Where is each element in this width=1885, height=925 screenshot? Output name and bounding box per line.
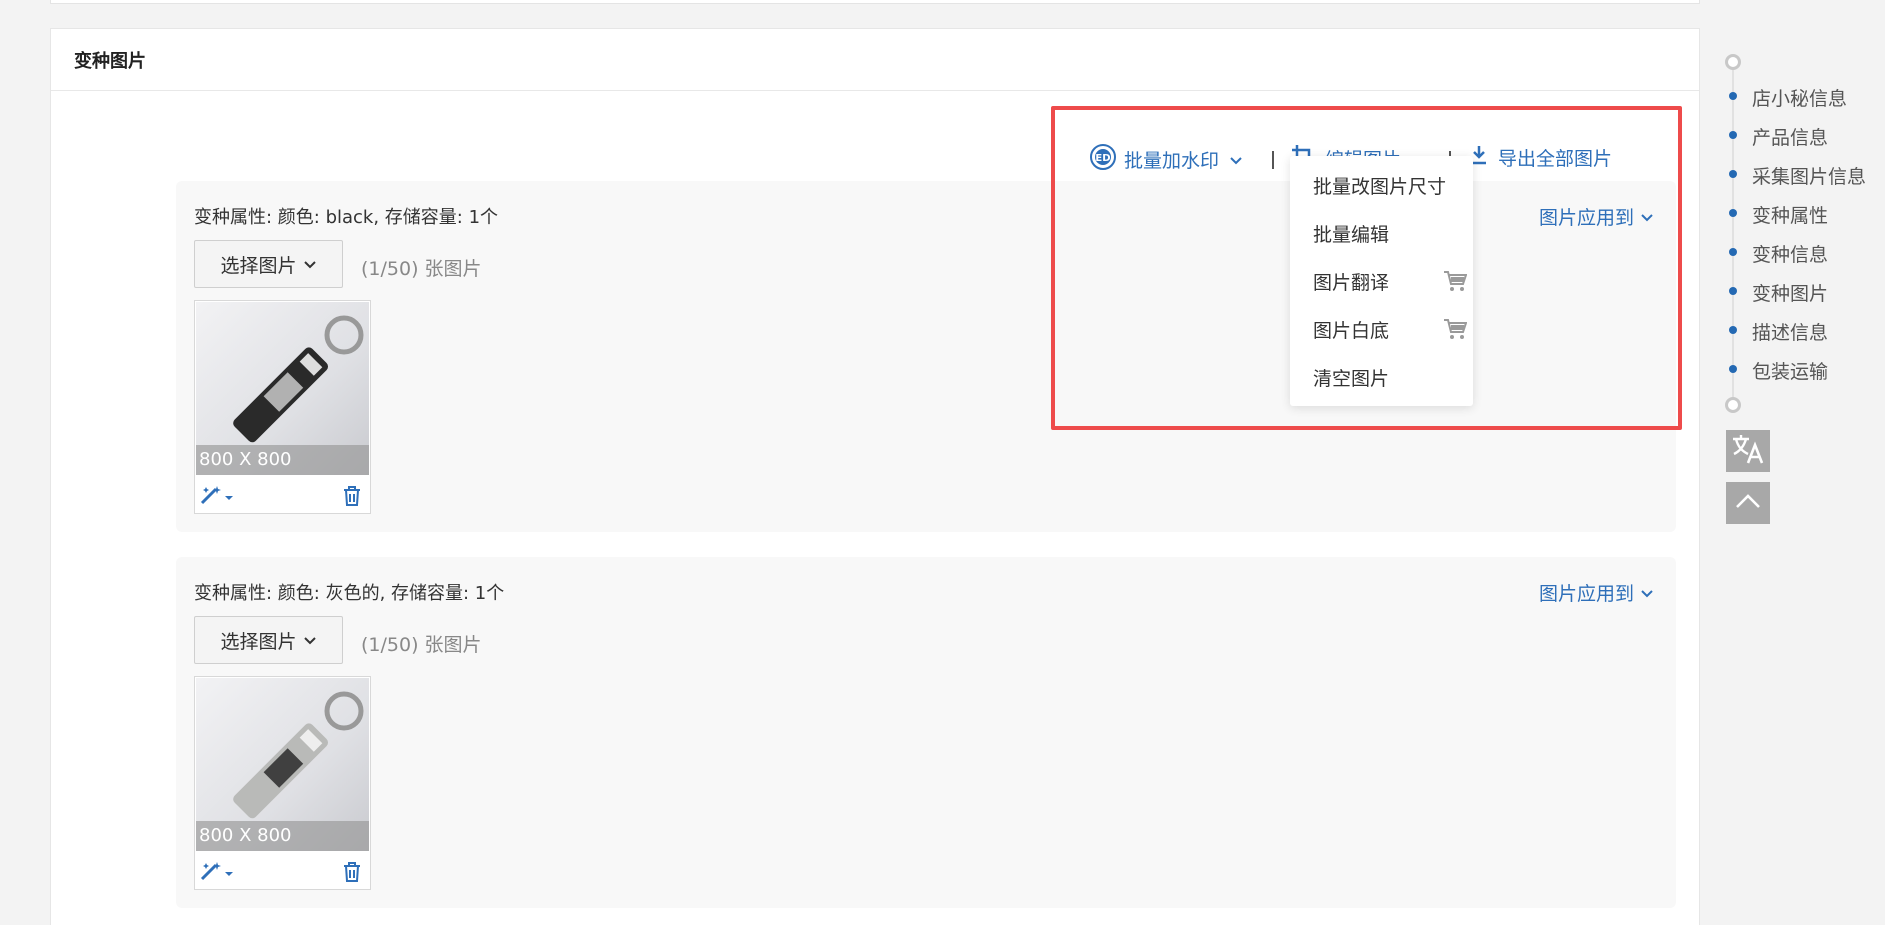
menu-item-white-background[interactable]: 图片白底: [1313, 316, 1468, 343]
chevron-up-icon: [1734, 493, 1762, 513]
product-image[interactable]: 800 X 800: [196, 302, 369, 475]
nav-item-variant-attributes[interactable]: 变种属性: [1752, 201, 1828, 228]
nav-timeline-line: [1732, 62, 1734, 407]
delete-icon[interactable]: [342, 861, 362, 887]
magic-wand-icon[interactable]: [200, 861, 234, 885]
nav-end-ring: [1725, 397, 1741, 413]
image-thumbnail: 800 X 800: [194, 300, 371, 514]
toolbar-divider: [1272, 151, 1274, 169]
nav-item-variant-images[interactable]: 变种图片: [1752, 279, 1828, 306]
select-image-label: 选择图片: [220, 630, 297, 653]
nav-dot: [1729, 287, 1737, 295]
nav-item-collected-images[interactable]: 采集图片信息: [1752, 162, 1866, 189]
chevron-down-icon: [303, 629, 317, 651]
select-image-label: 选择图片: [220, 254, 297, 277]
select-image-button[interactable]: 选择图片: [194, 616, 343, 664]
apply-images-to-button[interactable]: 图片应用到: [1539, 203, 1654, 230]
variant-card: 变种属性: 颜色: 灰色的, 存储容量: 1个 图片应用到 选择图片 (1/50…: [176, 557, 1676, 908]
image-count: (1/50) 张图片: [361, 634, 482, 656]
delete-icon[interactable]: [342, 485, 362, 511]
nav-dot: [1729, 170, 1737, 178]
image-dimensions: 800 X 800: [196, 445, 369, 475]
nav-dot: [1729, 92, 1737, 100]
batch-watermark-button[interactable]: ED 批量加水印: [1090, 144, 1243, 175]
svg-text:ED: ED: [1095, 153, 1110, 164]
back-to-top-button[interactable]: [1726, 482, 1770, 524]
thumbnail-actions: [195, 477, 370, 513]
translate-icon: [1731, 433, 1765, 469]
export-all-label: 导出全部图片: [1498, 148, 1613, 170]
watermark-icon: ED: [1090, 144, 1116, 175]
product-image[interactable]: 800 X 800: [196, 678, 369, 851]
apply-images-label: 图片应用到: [1538, 583, 1634, 605]
previous-section-card: [50, 0, 1700, 4]
nav-item-description[interactable]: 描述信息: [1752, 318, 1828, 345]
nav-item-product-info[interactable]: 产品信息: [1752, 123, 1828, 150]
menu-item-image-translate[interactable]: 图片翻译: [1313, 268, 1468, 295]
select-image-button[interactable]: 选择图片: [194, 240, 343, 288]
menu-item-label: 图片翻译: [1313, 272, 1390, 294]
nav-dot: [1729, 209, 1737, 217]
thumbnail-actions: [195, 853, 370, 889]
menu-item-batch-resize[interactable]: 批量改图片尺寸: [1313, 172, 1446, 199]
chevron-down-icon: [1640, 206, 1654, 228]
image-thumbnail: 800 X 800: [194, 676, 371, 890]
translate-button[interactable]: [1726, 430, 1770, 472]
nav-item-dianxiaomi-info[interactable]: 店小秘信息: [1752, 84, 1847, 111]
edit-images-menu: 批量改图片尺寸 批量编辑 图片翻译 图片白底 清空图片: [1290, 156, 1473, 406]
cart-icon: [1443, 318, 1468, 345]
chevron-down-icon: [303, 253, 317, 275]
menu-item-label: 图片白底: [1313, 320, 1390, 342]
menu-item-clear-images[interactable]: 清空图片: [1313, 364, 1389, 391]
variant-attributes: 变种属性: 颜色: 灰色的, 存储容量: 1个: [194, 583, 505, 604]
apply-images-to-button[interactable]: 图片应用到: [1539, 579, 1654, 606]
export-all-images-button[interactable]: 导出全部图片: [1470, 144, 1612, 171]
magic-wand-icon[interactable]: [200, 485, 234, 509]
nav-dot: [1729, 365, 1737, 373]
nav-start-ring: [1725, 54, 1741, 70]
batch-watermark-label: 批量加水印: [1124, 150, 1220, 172]
menu-item-batch-edit[interactable]: 批量编辑: [1313, 220, 1389, 247]
nav-item-packaging-shipping[interactable]: 包装运输: [1752, 357, 1828, 384]
chevron-down-icon: [1229, 149, 1243, 171]
image-count: (1/50) 张图片: [361, 258, 482, 280]
variant-attributes: 变种属性: 颜色: black, 存储容量: 1个: [194, 207, 499, 228]
apply-images-label: 图片应用到: [1538, 207, 1634, 229]
nav-dot: [1729, 248, 1737, 256]
cart-icon: [1443, 270, 1468, 297]
chevron-down-icon: [1640, 582, 1654, 604]
nav-item-variant-info[interactable]: 变种信息: [1752, 240, 1828, 267]
nav-dot: [1729, 326, 1737, 334]
image-dimensions: 800 X 800: [196, 821, 369, 851]
section-title: 变种图片: [51, 29, 1699, 91]
nav-dot: [1729, 131, 1737, 139]
